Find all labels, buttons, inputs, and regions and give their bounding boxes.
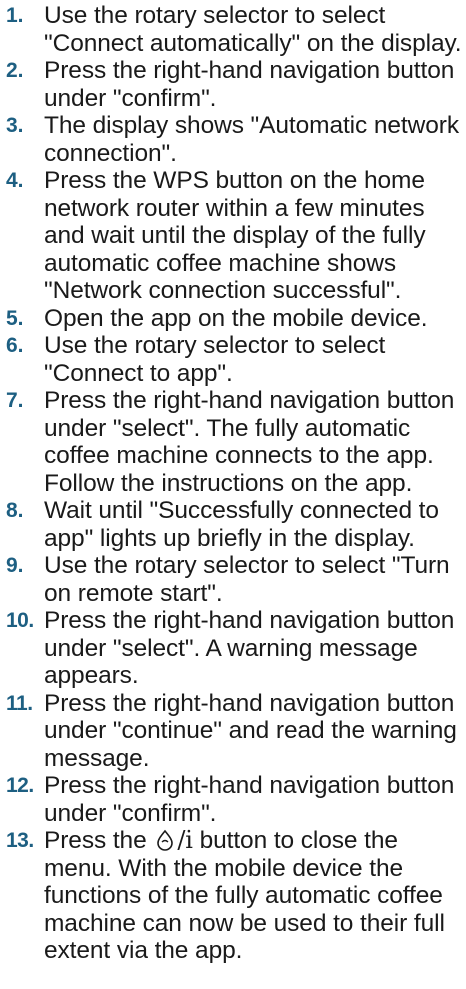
step-number: 3. <box>6 114 24 137</box>
instruction-page: 1. Use the rotary selector to select "Co… <box>0 0 466 989</box>
step-text: Press the right-hand navigation button u… <box>44 57 455 112</box>
symbol-suffix: /i <box>177 826 193 854</box>
list-item: 4. Press the WPS button on the home netw… <box>4 167 466 305</box>
step-text: Use the rotary selector to select "Conne… <box>44 332 386 387</box>
list-item: 7. Press the right-hand navigation butto… <box>4 387 466 497</box>
list-item: 9. Use the rotary selector to select "Tu… <box>4 552 466 607</box>
list-item: 1. Use the rotary selector to select "Co… <box>4 2 466 57</box>
step-number: 4. <box>6 169 24 192</box>
step-text: Open the app on the mobile device. <box>44 304 428 332</box>
step-text-before: Press the <box>44 827 147 854</box>
step-text: Press the right-hand navigation button u… <box>44 689 457 772</box>
step-number: 10. <box>6 609 34 632</box>
steps-list: 1. Use the rotary selector to select "Co… <box>4 2 466 965</box>
list-item: 5. Open the app on the mobile device. <box>4 305 466 333</box>
list-item: 2. Press the right-hand navigation butto… <box>4 57 466 112</box>
step-number: 11. <box>6 691 33 715</box>
coffee-drop-icon <box>157 829 174 851</box>
step-number: 7. <box>6 389 24 412</box>
step-number: 8. <box>6 499 24 522</box>
list-item: 8. Wait until "Successfully connected to… <box>4 497 466 552</box>
list-item: 11. Press the right-hand navigation butt… <box>4 690 466 773</box>
step-text: Use the rotary selector to select "Conne… <box>44 2 462 57</box>
step-text: The display shows "Automatic network con… <box>44 112 459 167</box>
step-number: 1. <box>6 4 24 27</box>
list-item: 13. Press the /i button to close the men… <box>4 826 466 965</box>
step-number: 13. <box>6 829 34 852</box>
step-number: 12. <box>6 774 34 797</box>
list-item: 3. The display shows "Automatic network … <box>4 112 466 167</box>
list-item: 10. Press the right-hand navigation butt… <box>4 607 466 690</box>
step-text: Use the rotary selector to select "Turn … <box>44 552 450 607</box>
list-item: 12. Press the right-hand navigation butt… <box>4 772 466 827</box>
step-number: 9. <box>6 554 24 577</box>
step-text: Wait until "Successfully connected to ap… <box>44 497 439 552</box>
list-item: 6. Use the rotary selector to select "Co… <box>4 332 466 387</box>
step-number: 6. <box>6 334 24 357</box>
step-text: Press the right-hand navigation button u… <box>44 772 455 827</box>
step-number: 2. <box>6 59 24 82</box>
step-text: Press the right-hand navigation button u… <box>44 387 455 497</box>
step-text: Press the /i button to close the menu. W… <box>44 826 466 965</box>
step-text: Press the WPS button on the home network… <box>44 167 426 304</box>
step-number: 5. <box>6 306 24 330</box>
step-text: Press the right-hand navigation button u… <box>44 607 455 689</box>
